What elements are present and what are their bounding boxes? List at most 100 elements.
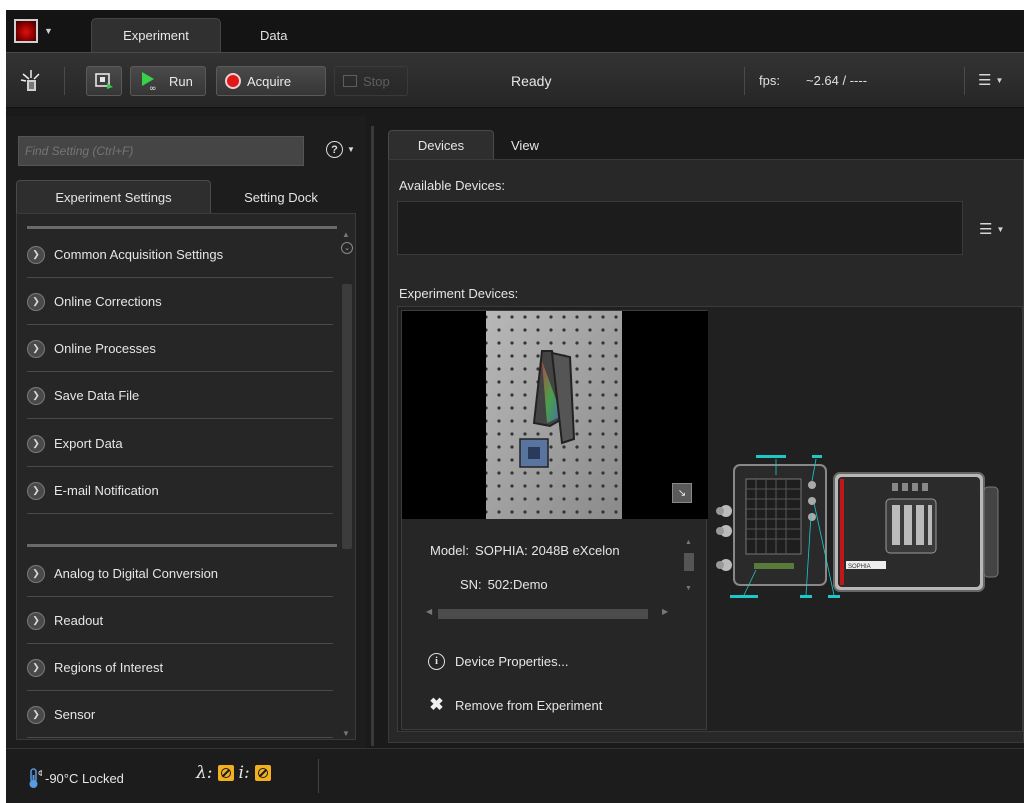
preview-button[interactable] xyxy=(86,66,122,96)
toolbar-menu-button[interactable]: ☰ ▼ xyxy=(978,71,1003,89)
serial-key: SN: xyxy=(460,577,482,592)
camera-diagram-image: SOPHIA xyxy=(716,455,999,598)
settings-scrollbar[interactable]: ▲ ⌄ ▼ xyxy=(341,230,353,739)
device-info: Model: SOPHIA: 2048B eXcelon SN: 502:Dem… xyxy=(402,519,708,731)
scroll-up-arrow-icon[interactable]: ▲ xyxy=(342,230,350,239)
tab-view[interactable]: View xyxy=(511,130,539,160)
scroll-left-arrow-icon[interactable]: ◀ xyxy=(426,607,432,616)
tab-devices[interactable]: Devices xyxy=(388,130,494,160)
section-label: Online Processes xyxy=(54,341,156,356)
section-common-acquisition-settings[interactable]: ❯ Common Acquisition Settings xyxy=(27,232,333,278)
expand-icon: ❯ xyxy=(27,658,45,677)
status-bar: Φ -90°C Locked λ: i: xyxy=(6,748,1024,803)
toolbar-divider xyxy=(744,67,745,95)
panel-splitter[interactable] xyxy=(371,126,374,746)
camera-brand-label: SOPHIA xyxy=(848,564,871,570)
status-divider xyxy=(318,759,319,793)
scroll-up-arrow-icon[interactable]: ▲ xyxy=(685,539,692,546)
available-devices-menu-button[interactable]: ☰ ▼ xyxy=(979,220,1004,238)
scroll-down-arrow-icon[interactable]: ▼ xyxy=(342,729,350,738)
available-devices-list[interactable] xyxy=(397,201,963,255)
available-devices-label: Available Devices: xyxy=(399,178,505,193)
app-window: ▼ Experiment Data ∞ Run Acquire Stop Rea… xyxy=(6,10,1024,803)
close-icon: ✖ xyxy=(429,695,444,714)
camera-photo-image xyxy=(486,311,622,519)
section-label: Export Data xyxy=(54,436,123,451)
section-sensor[interactable]: ❯ Sensor xyxy=(27,692,333,738)
fps-label: fps: xyxy=(759,73,780,88)
scroll-thumb[interactable] xyxy=(342,284,352,549)
tab-data[interactable]: Data xyxy=(238,18,309,52)
toolbar: ∞ Run Acquire Stop Ready fps: ~2.64 / --… xyxy=(6,52,1024,108)
sparkle-icon xyxy=(20,70,40,91)
acquisition-status: Ready xyxy=(511,73,552,89)
temperature-status[interactable]: Φ -90°C Locked xyxy=(26,767,124,789)
section-label: Save Data File xyxy=(54,388,140,403)
section-analog-to-digital-conversion[interactable]: ❯ Analog to Digital Conversion xyxy=(27,551,333,597)
scroll-thumb[interactable] xyxy=(684,553,694,571)
fps-value: ~2.64 / ---- xyxy=(806,73,868,88)
acquire-label: Acquire xyxy=(247,73,292,89)
stop-button[interactable]: Stop xyxy=(334,66,408,96)
hamburger-icon: ☰ xyxy=(979,221,993,238)
find-setting-input[interactable] xyxy=(18,136,304,166)
device-info-hscrollbar[interactable]: ◀ ▶ xyxy=(426,607,670,621)
run-icon: ∞ xyxy=(142,72,157,92)
section-label: Sensor xyxy=(54,707,96,722)
scroll-thumb[interactable] xyxy=(438,609,648,619)
alignment-mode-button[interactable] xyxy=(18,66,44,96)
model-key: Model: xyxy=(430,543,470,558)
collapse-all-icon[interactable]: ⌄ xyxy=(341,242,353,254)
warning-icon xyxy=(254,765,271,781)
run-button[interactable]: ∞ Run xyxy=(130,66,206,96)
caret-down-icon: ▼ xyxy=(347,145,355,154)
app-menu-button[interactable]: ▼ xyxy=(14,18,72,44)
app-logo-icon xyxy=(14,19,38,43)
experiment-devices-area: ↘ Model: SOPHIA: 2048B eXcelon SN: 502:D… xyxy=(397,306,1023,732)
scroll-down-arrow-icon[interactable]: ▼ xyxy=(685,585,692,592)
section-label: Readout xyxy=(54,613,104,628)
toolbar-divider xyxy=(964,67,965,95)
lambda-status[interactable]: λ: i: xyxy=(196,763,271,783)
devices-panel: Available Devices: ☰ ▼ Experiment Devices… xyxy=(388,159,1024,743)
lambda-label: λ: xyxy=(196,763,213,783)
section-online-corrections[interactable]: ❯ Online Corrections xyxy=(27,279,333,325)
tab-experiment[interactable]: Experiment xyxy=(91,18,221,52)
toolbar-divider xyxy=(64,67,65,95)
section-regions-of-interest[interactable]: ❯ Regions of Interest xyxy=(27,645,333,691)
section-online-processes[interactable]: ❯ Online Processes xyxy=(27,326,333,372)
expand-icon: ❯ xyxy=(27,386,45,405)
tab-experiment-settings[interactable]: Experiment Settings xyxy=(16,180,211,214)
svg-text:∞: ∞ xyxy=(149,84,157,92)
device-photo: ↘ xyxy=(402,311,708,519)
device-card[interactable]: ↘ Model: SOPHIA: 2048B eXcelon SN: 502:D… xyxy=(401,310,708,731)
stop-label: Stop xyxy=(363,73,390,89)
section-group-divider xyxy=(27,226,337,229)
remove-from-experiment-link[interactable]: ✖ Remove from Experiment xyxy=(428,695,602,715)
expand-icon: ❯ xyxy=(27,564,45,583)
record-icon xyxy=(225,73,241,89)
acquire-button[interactable]: Acquire xyxy=(216,66,326,96)
caret-down-icon: ▼ xyxy=(995,75,1004,85)
scroll-right-arrow-icon[interactable]: ▶ xyxy=(662,607,668,616)
expand-icon: ❯ xyxy=(27,481,45,500)
model-value: SOPHIA: 2048B eXcelon xyxy=(475,543,620,558)
section-save-data-file[interactable]: ❯ Save Data File xyxy=(27,373,333,419)
tab-setting-dock[interactable]: Setting Dock xyxy=(226,180,336,214)
info-icon: i xyxy=(428,653,445,670)
run-label: Run xyxy=(169,73,193,89)
device-info-vscrollbar[interactable]: ▲ ▼ xyxy=(684,539,694,595)
camera-diagram: SOPHIA xyxy=(716,445,1016,605)
model-row: Model: SOPHIA: 2048B eXcelon xyxy=(430,543,620,558)
section-export-data[interactable]: ❯ Export Data xyxy=(27,421,333,467)
section-label: Regions of Interest xyxy=(54,660,164,675)
expand-photo-button[interactable]: ↘ xyxy=(672,483,692,503)
expand-icon: ❯ xyxy=(27,705,45,724)
help-button[interactable]: ? ▼ xyxy=(326,141,355,158)
warning-icon xyxy=(217,765,234,781)
device-properties-link[interactable]: i Device Properties... xyxy=(428,653,568,670)
section-email-notification[interactable]: ❯ E-mail Notification xyxy=(27,468,333,514)
temperature-label: -90°C Locked xyxy=(45,770,124,786)
expand-arrow-icon: ↘ xyxy=(677,487,687,499)
section-readout[interactable]: ❯ Readout xyxy=(27,598,333,644)
